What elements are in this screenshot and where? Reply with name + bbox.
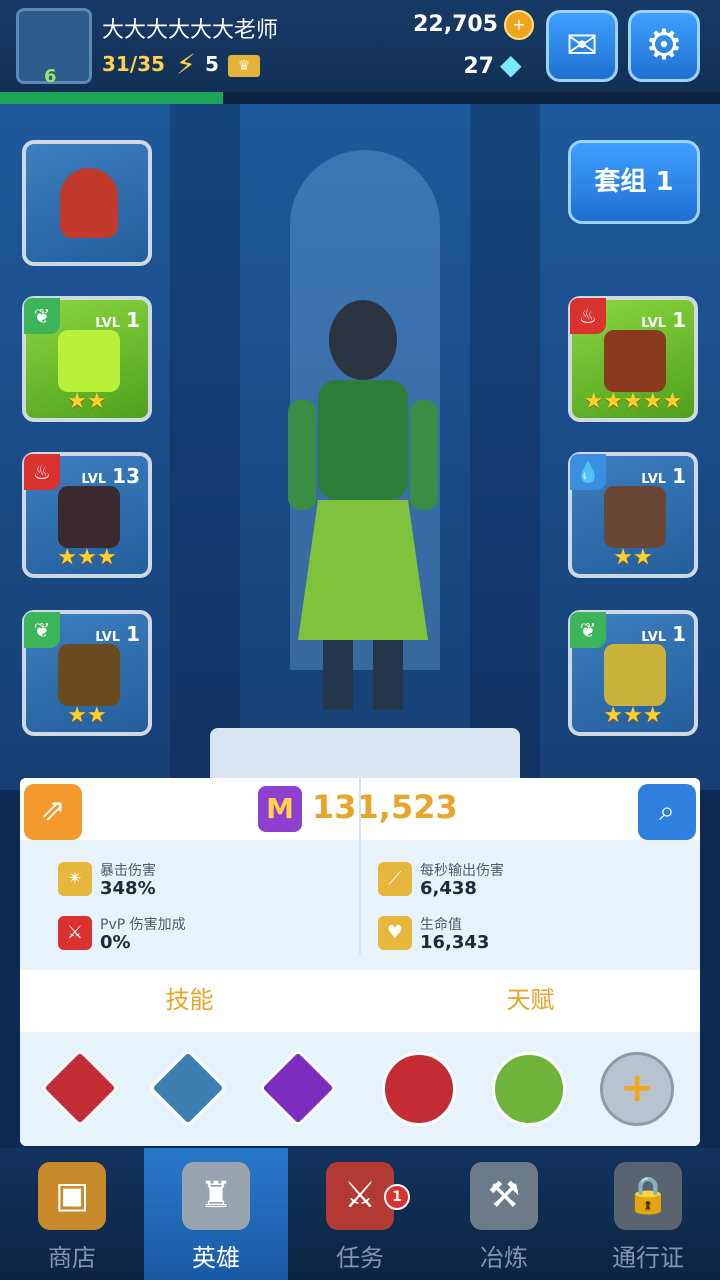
leg-armor-icon [604,644,666,706]
diamond-icon[interactable]: ◆ [500,48,522,81]
fire-element-icon: ♨ [24,454,60,490]
gear-icon: ⚙ [645,20,683,69]
nav-label: 通行证 [612,1244,684,1272]
hero-stats-panel: ⇗ M 131,523 ⌕ ✴ 暴击伤害 348% ⚔ PvP 伤害加成 0% … [20,778,700,1146]
boots-slot[interactable]: ❦ LVL 1 ★★★ [568,610,698,736]
axe-icon [58,330,120,392]
top-bar: 6 大大大大大大老师 31/35 ⚡ 5 ♛ 22,705 + 27 ◆ ✉ ⚙ [0,0,720,92]
armor-slot[interactable]: ❦ LVL 1 ★★ [22,610,152,736]
deck-button[interactable]: 套组 1 [568,140,700,224]
magnifier-icon: ⌕ [659,794,675,827]
sword-icon: ⟋ [378,862,412,896]
wolf-helmet-icon [58,486,120,548]
demon-pet-icon [60,168,118,238]
item-stars: ★★ [67,703,107,728]
talent-rage-icon[interactable] [382,1052,456,1126]
item-level: LVL 1 [641,622,686,646]
item-level: LVL 1 [641,308,686,332]
add-talent-button[interactable]: + [600,1052,674,1126]
background-pillar [170,100,240,790]
crit-icon: ✴ [58,862,92,896]
coin-plus-icon[interactable]: + [504,10,534,40]
background-pillar [470,100,540,790]
energy-counter: 31/35 [102,52,165,76]
gloves-slot[interactable]: 💧 LVL 1 ★★ [568,452,698,578]
nav-label: 商店 [48,1244,96,1272]
gem-balance: 27 [463,54,494,79]
shield-slot[interactable]: ♨ LVL 1 ★★★★★ [568,296,698,422]
xp-progress-bar [0,92,720,104]
nav-shop[interactable]: ▣ 商店 [0,1148,144,1280]
knight-helmet-icon: ♜ [182,1162,250,1230]
abilities-row: + [20,1032,700,1146]
xp-progress-fill [0,92,224,104]
energy-bonus: 5 [205,52,219,76]
tab-skills[interactable]: 技能 [20,970,359,1030]
nav-hero[interactable]: ♜ 英雄 [144,1148,288,1280]
item-stars: ★★ [67,389,107,414]
stat-value: 0% [100,932,131,953]
player-name: 大大大大大大老师 [102,18,279,43]
helmet-slot[interactable]: ♨ LVL 13 ★★★ [22,452,152,578]
weapon-slot[interactable]: ❦ LVL 1 ★★ [22,296,152,422]
chest-armor-icon [58,644,120,706]
nature-element-icon: ❦ [24,612,60,648]
tab-divider [359,778,361,954]
item-level: LVL 1 [95,622,140,646]
item-level: LVL 1 [641,464,686,488]
item-level: LVL 13 [81,464,140,488]
stat-label: 暴击伤害 [100,863,156,879]
stat-value: 16,343 [420,932,490,953]
nature-element-icon: ❦ [24,298,60,334]
tab-talents[interactable]: 天赋 [361,970,700,1030]
hero-power-value: 131,523 [312,788,458,826]
fire-element-icon: ♨ [570,298,606,334]
shield-icon [604,330,666,392]
skill-frost-icon[interactable] [148,1048,228,1128]
item-level: LVL 1 [95,308,140,332]
pet-slot[interactable] [22,140,152,266]
glove-icon [604,486,666,548]
item-stars: ★★ [613,545,653,570]
nav-pass[interactable]: 🔒 通行证 [576,1148,720,1280]
lightning-icon: ⚡ [176,48,196,81]
mail-button[interactable]: ✉ [546,10,618,82]
player-level: 6 [44,66,57,87]
locked-badge-icon: 🔒 [614,1162,682,1230]
nav-label: 冶炼 [480,1244,528,1272]
hero-character-model[interactable] [268,280,458,720]
bottom-navigation: ▣ 商店 ♜ 英雄 ⚔ 1 任务 ⚒ 冶炼 🔒 通行证 [0,1148,720,1280]
might-icon: M [258,786,302,832]
stat-value: 348% [100,878,156,899]
notification-badge: 1 [384,1184,410,1210]
crossed-swords-icon: ⚔ [58,916,92,950]
envelope-icon: ✉ [566,23,598,67]
water-element-icon: 💧 [570,454,606,490]
ability-tabs: 技能 天赋 [20,970,700,1032]
coin-balance: 22,705 [413,12,498,37]
stat-label: 每秒输出伤害 [420,863,504,879]
share-icon: ⇗ [40,793,66,828]
skill-fire-eyes-icon[interactable] [40,1048,120,1128]
nav-label: 英雄 [192,1244,240,1272]
share-button[interactable]: ⇗ [24,784,82,840]
nav-label: 任务 [336,1244,384,1272]
nav-quests[interactable]: ⚔ 1 任务 [288,1148,432,1280]
heart-icon: ♥ [378,916,412,950]
nature-element-icon: ❦ [570,612,606,648]
stat-label: 生命值 [420,917,462,933]
treasure-chest-icon: ▣ [38,1162,106,1230]
anvil-icon: ⚒ [470,1162,538,1230]
settings-button[interactable]: ⚙ [628,10,700,82]
item-stars: ★★★ [57,545,117,570]
item-stars: ★★★ [603,703,663,728]
nav-forge[interactable]: ⚒ 冶炼 [432,1148,576,1280]
stat-label: PvP 伤害加成 [100,917,186,933]
talent-magnet-skull-icon[interactable] [492,1052,566,1126]
crown-icon: ♛ [228,55,260,77]
skill-arcane-burst-icon[interactable] [258,1048,338,1128]
stat-value: 6,438 [420,878,477,899]
item-stars: ★★★★★ [583,389,683,414]
inspect-button[interactable]: ⌕ [638,784,696,840]
